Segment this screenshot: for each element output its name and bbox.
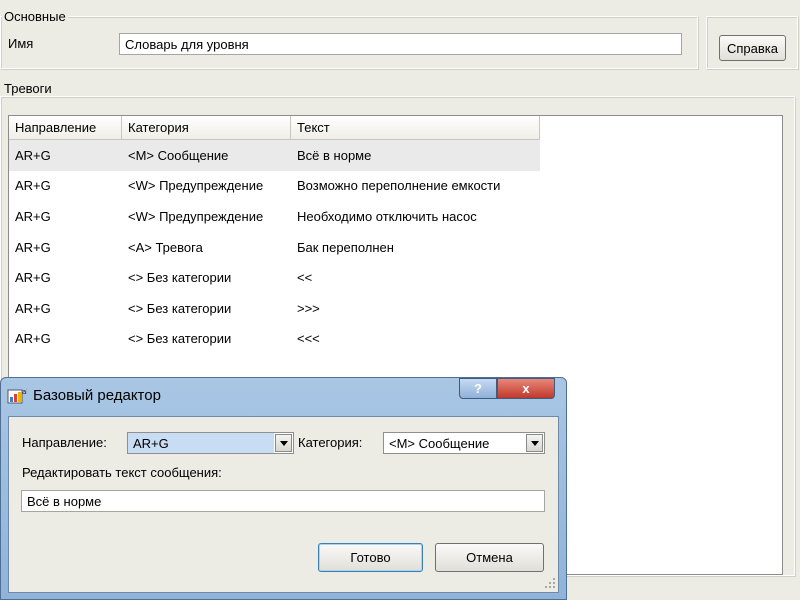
dialog-title: Базовый редактор	[33, 387, 161, 404]
table-row[interactable]: AR+G <M> Сообщение Всё в норме	[9, 140, 540, 171]
close-icon: x	[522, 381, 530, 396]
cell-category: <M> Сообщение	[128, 147, 229, 163]
category-combobox-value: <M> Сообщение	[389, 435, 490, 451]
dialog-client-area: Направление: AR+G Категория: <M> Сообщен…	[8, 416, 559, 593]
help-button[interactable]: Справка	[719, 35, 786, 61]
cell-text: <<	[297, 270, 313, 286]
column-header-direction[interactable]: Направление	[9, 116, 122, 140]
direction-dropdown-button[interactable]	[275, 434, 292, 452]
table-row[interactable]: AR+G <W> Предупреждение Необходимо отключи…	[9, 201, 540, 232]
general-group-legend: Основные	[2, 9, 68, 24]
cell-direction: AR+G	[15, 300, 51, 316]
cell-text: >>>	[297, 300, 320, 316]
cell-category: <W> Предупреждение	[128, 208, 264, 224]
cell-text: Бак переполнен	[297, 239, 394, 255]
cell-category: <> Без категории	[128, 331, 232, 347]
category-combobox[interactable]: <M> Сообщение	[383, 432, 545, 454]
table-row[interactable]: AR+G <> Без категории <<	[9, 262, 540, 293]
cell-category: <> Без категории	[128, 270, 232, 286]
table-row[interactable]: AR+G <> Без категории <<<	[9, 324, 540, 355]
message-text-field[interactable]: Всё в норме	[21, 490, 545, 512]
column-header-text[interactable]: Текст	[291, 116, 540, 140]
cell-text: <<<	[297, 331, 320, 347]
basic-editor-dialog: ab Базовый редактор ? x Направление: AR+…	[0, 377, 567, 600]
direction-combobox-value: AR+G	[128, 433, 274, 453]
dialog-help-button[interactable]: ?	[459, 378, 497, 399]
chevron-down-icon	[530, 440, 539, 446]
cell-text: Всё в норме	[297, 147, 372, 163]
category-label: Категория:	[298, 435, 363, 450]
svg-text:ab: ab	[22, 388, 27, 396]
cell-direction: AR+G	[15, 147, 51, 163]
name-field[interactable]: Словарь для уровня	[119, 33, 682, 55]
table-row[interactable]: AR+G <A> Тревога Бак переполнен	[9, 232, 540, 263]
cell-direction: AR+G	[15, 178, 51, 194]
cell-text: Необходимо отключить насос	[297, 208, 477, 224]
resize-grip-icon[interactable]	[544, 577, 556, 589]
cell-text: Возможно переполнение емкости	[297, 178, 501, 194]
ok-button[interactable]: Готово	[318, 543, 423, 572]
dialog-close-button[interactable]: x	[497, 378, 555, 399]
table-header: Направление Категория Текст	[9, 116, 540, 140]
category-dropdown-button[interactable]	[526, 434, 543, 452]
cancel-button[interactable]: Отмена	[435, 543, 544, 572]
table-row[interactable]: AR+G <W> Предупреждение Возможно переполне…	[9, 171, 540, 202]
alarms-group-legend: Тревоги	[2, 81, 54, 96]
chevron-down-icon	[279, 440, 288, 446]
cell-direction: AR+G	[15, 208, 51, 224]
edit-text-label: Редактировать текст сообщения:	[22, 465, 222, 480]
cell-direction: AR+G	[15, 270, 51, 286]
direction-combobox[interactable]: AR+G	[127, 432, 294, 454]
direction-label: Направление:	[22, 435, 107, 450]
table-body: AR+G <M> Сообщение Всё в норме AR+G <W> Пред…	[9, 140, 540, 354]
cell-category: <A> Тревога	[128, 239, 203, 255]
cell-direction: AR+G	[15, 331, 51, 347]
name-label: Имя	[8, 36, 34, 51]
help-icon: ?	[474, 381, 482, 396]
column-header-category[interactable]: Категория	[122, 116, 291, 140]
cell-category: <W> Предупреждение	[128, 178, 264, 194]
cell-category: <> Без категории	[128, 300, 232, 316]
table-row[interactable]: AR+G <> Без категории >>>	[9, 293, 540, 324]
cell-direction: AR+G	[15, 239, 51, 255]
editor-app-icon: ab	[7, 388, 27, 404]
